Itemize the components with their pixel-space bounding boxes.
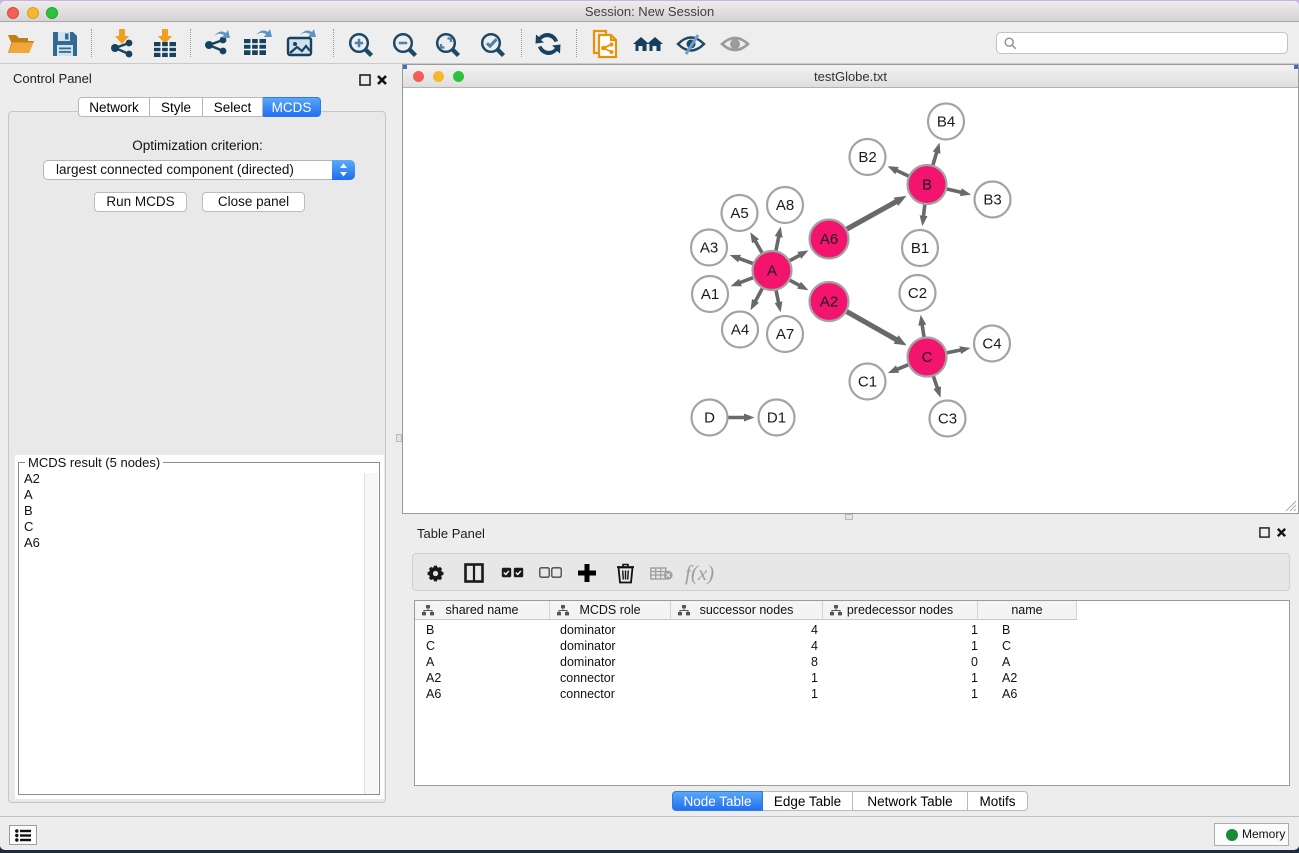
- svg-text:A8: A8: [776, 197, 794, 214]
- svg-text:B2: B2: [858, 149, 876, 166]
- svg-text:A7: A7: [776, 326, 794, 343]
- svg-text:A4: A4: [731, 322, 749, 339]
- svg-text:C1: C1: [858, 374, 877, 391]
- svg-text:C2: C2: [908, 285, 927, 302]
- svg-text:A: A: [767, 263, 777, 280]
- svg-text:C4: C4: [982, 336, 1001, 353]
- svg-text:B1: B1: [911, 240, 929, 257]
- svg-text:C3: C3: [938, 411, 957, 428]
- svg-text:D: D: [704, 410, 715, 427]
- svg-text:A3: A3: [700, 240, 718, 257]
- svg-text:D1: D1: [767, 410, 786, 427]
- svg-text:A2: A2: [820, 294, 838, 311]
- svg-text:C: C: [922, 349, 933, 366]
- svg-text:B: B: [922, 177, 932, 194]
- svg-text:A5: A5: [730, 205, 748, 222]
- svg-text:B3: B3: [983, 192, 1001, 209]
- svg-text:B4: B4: [937, 114, 955, 131]
- svg-text:A1: A1: [701, 286, 719, 303]
- svg-text:A6: A6: [820, 231, 838, 248]
